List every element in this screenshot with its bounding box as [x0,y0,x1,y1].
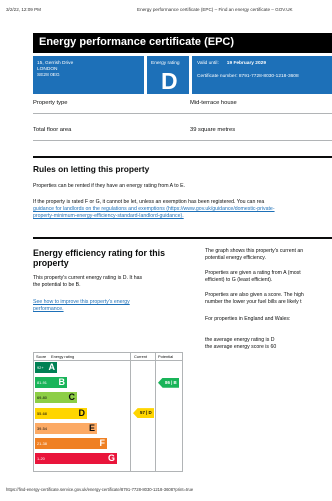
potential-column-divider [155,353,156,471]
rating-band-range: 92+ [37,365,44,370]
rules-heading: Rules on letting this property [33,164,150,174]
rating-band-range: 21-38 [37,441,47,446]
rating-band-g: 1-20 G [35,453,117,465]
chart-header-divider [34,360,182,361]
rating-band-letter: B [58,377,66,388]
efficiency-heading-line-1: Energy efficiency rating for this [33,248,165,258]
efficiency-heading-line-2: property [33,258,69,268]
england-wales-note: For properties in England and Wales: [205,316,291,322]
certificate-heading-bar: Energy performance certificate (EPC) [33,33,332,53]
property-type-label: Property type [33,100,68,106]
current-rating-text-2: the potential to be B. [33,282,81,288]
landlord-guidance-link-cont[interactable]: property-minimum-energy-efficiency-stand… [33,213,184,220]
rating-band-letter: F [99,438,106,448]
print-page-title: Energy performance certificate (EPC) – F… [137,7,293,12]
divider [33,140,332,141]
rules-para-1: Properties can be rented if they have an… [33,183,185,189]
floor-area-label: Total floor area [33,127,72,133]
rating-scale-2: efficient) to G (least efficient). [205,277,273,283]
efficiency-heading: Energy efficiency rating for this proper… [33,248,173,268]
potential-rating-arrow: 86 | B [158,377,179,388]
certificate-heading: Energy performance certificate (EPC) [39,36,235,48]
improve-performance-link-cont[interactable]: performance. [33,306,64,313]
valid-until-value: 19 February 2029 [226,61,266,66]
rating-band-c: 69-80 C [35,392,77,404]
rating-column-header: Energy rating [51,354,75,359]
rating-band-range: 55-68 [37,410,47,416]
section-divider [33,237,332,239]
energy-rating-label: Energy rating [151,61,180,66]
potential-column-header: Potential [158,354,174,359]
rating-band-range: 81-91 [37,380,47,386]
energy-rating-box: Energy rating D [147,56,189,94]
floor-area-value: 39 square metres [190,127,236,133]
current-rating-arrow: 57 | D [133,408,154,419]
graph-explanation-2: potential energy efficiency. [205,255,266,261]
current-column-header: Current [134,354,147,359]
rating-band-letter: A [48,362,56,372]
rating-band-letter: G [107,453,115,464]
rating-band-range: 39-54 [37,425,47,431]
address-line-3: SE28 0EG [37,73,60,78]
average-score: the average energy score is 60 [205,344,277,350]
rating-band-letter: D [78,407,86,418]
valid-until-label: Valid until: [197,61,219,66]
energy-rating-letter: D [161,68,178,94]
score-explanation-2: number the lower your fuel bills are lik… [205,299,302,305]
print-footer-url: https://find-energy-certificate.service.… [6,487,194,492]
rating-band-f: 21-38 F [35,438,107,449]
rating-band-d: 55-68 D [35,407,87,419]
valid-until-row: Valid until: 19 February 2029 [197,61,266,66]
certificate-details-box: Valid until: 19 February 2029 Certificate… [192,56,332,94]
certificate-number-label: Certificate number: [197,74,238,79]
property-type-value: Mid-terrace house [190,100,237,106]
certificate-number-row: Certificate number: 8791-7728-8030-1218-… [197,74,299,79]
divider [33,113,332,114]
section-divider [33,156,332,158]
certificate-number-value: 8791-7728-8030-1218-3608 [238,74,299,79]
rating-band-a: 92+ A [35,362,57,373]
rating-band-letter: E [88,422,95,433]
current-column-divider [130,353,131,471]
rating-band-letter: C [68,392,76,403]
energy-rating-chart: Score Energy rating Current Potential 92… [33,352,183,472]
rating-band-b: 81-91 B [35,377,67,389]
address-line-1: 15, Gerrish Drive [37,61,74,66]
rating-band-range: 69-80 [37,395,47,401]
rating-band-e: 39-54 E [35,422,97,434]
rating-band-range: 1-20 [37,456,45,462]
print-datetime: 3/2/22, 12:09 PM [6,7,41,12]
address-line-2: LONDON [37,67,58,72]
score-column-header: Score [36,354,47,359]
address-box: 15, Gerrish Drive LONDON SE28 0EG [33,56,144,94]
